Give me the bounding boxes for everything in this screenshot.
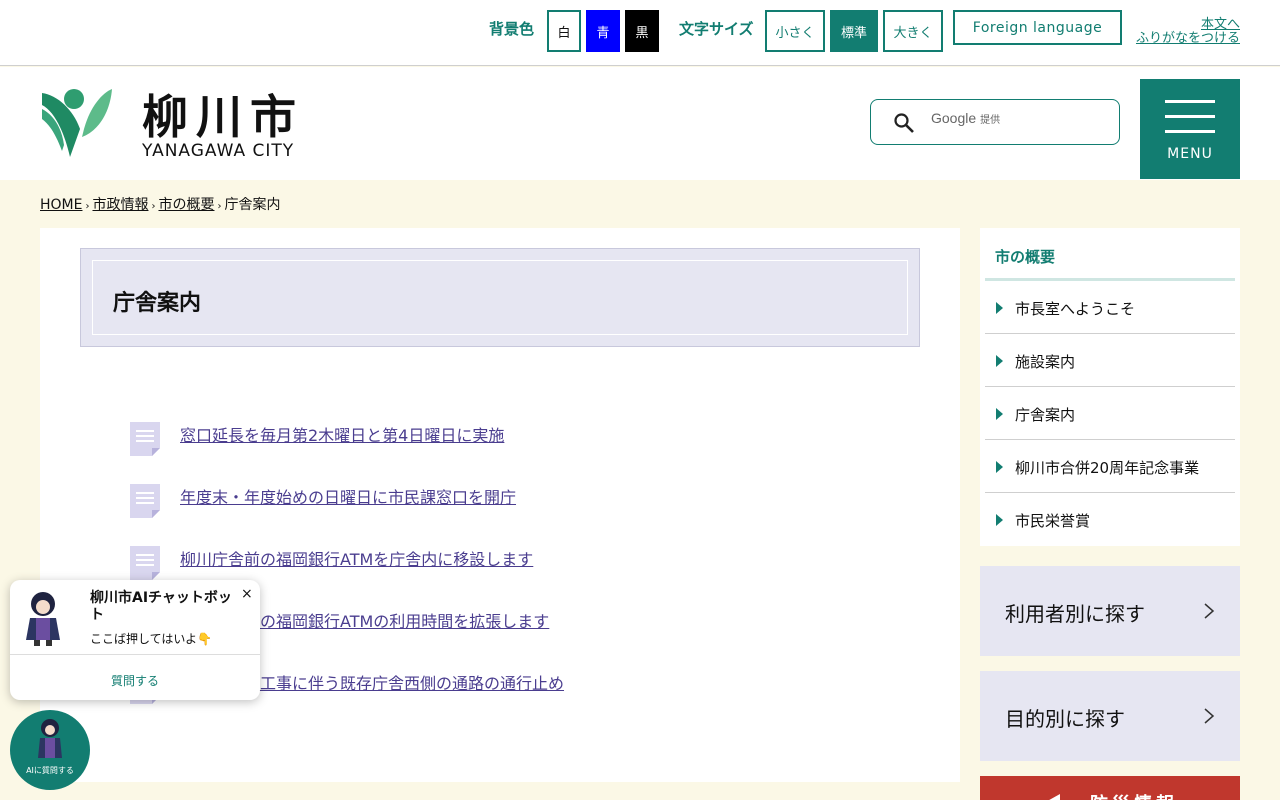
menu-label: MENU [1167, 146, 1213, 162]
sidebar-item-label: 市民栄誉賞 [1015, 512, 1091, 530]
font-large-button[interactable]: 大きく [883, 10, 943, 52]
list-item[interactable]: 窓口延長を毎月第2木曜日と第4日曜日に実施 [130, 418, 890, 458]
hamburger-icon [1165, 100, 1215, 103]
breadcrumb-home[interactable]: HOME [40, 197, 82, 213]
chatbot-popup: 柳川市AIチャットボット ここば押してはいよ👇 × 質問する [10, 580, 260, 700]
sidebar-title[interactable]: 市の概要 [995, 246, 1055, 267]
page-title: 庁舎案内 [113, 291, 202, 316]
chatbot-avatar-icon [38, 719, 62, 758]
chevron-right-icon [1204, 708, 1215, 724]
search-by-user-label: 利用者別に探す [1005, 602, 1145, 626]
triangle-right-icon [996, 514, 1003, 526]
breadcrumb-current: 庁舎案内 [224, 197, 281, 213]
foreign-language-button[interactable]: Foreign language [953, 10, 1122, 45]
bg-color-label: 背景色 [489, 20, 535, 38]
arrow-icon [1049, 794, 1072, 800]
chatbot-avatar-icon [26, 592, 60, 646]
chatbot-launcher-label: AIに質問する [26, 766, 74, 775]
article-link[interactable]: 窓口延長を毎月第2木曜日と第4日曜日に実施 [180, 422, 504, 446]
city-logo-icon[interactable] [40, 85, 112, 157]
list-item[interactable]: 柳川庁舎前の福岡銀行ATMを庁舎内に移設します [130, 542, 890, 582]
document-icon [130, 546, 160, 580]
search-placeholder: Google [931, 110, 977, 126]
breadcrumb-separator-icon: › [217, 201, 222, 212]
chatbot-launcher-button[interactable]: AIに質問する [10, 710, 90, 790]
sidebar-item-office-guide[interactable]: 庁舎案内 [985, 387, 1235, 440]
sidebar-item-label: 市長室へようこそ [1015, 300, 1136, 318]
site-search[interactable]: Google 提供 [870, 99, 1120, 145]
util-links: 本文へ ふりがなをつける [1136, 18, 1240, 46]
breadcrumb-separator-icon: › [151, 201, 156, 212]
furigana-link[interactable]: ふりがなをつける [1136, 32, 1240, 46]
list-item[interactable]: 年度末・年度始めの日曜日に市民課窓口を開庁 [130, 480, 890, 520]
search-icon[interactable] [893, 112, 915, 134]
chatbot-title: 柳川市AIチャットボット [90, 590, 232, 623]
chatbot-ask-button[interactable]: 質問する [10, 672, 260, 689]
city-name: 柳川市 [142, 90, 304, 144]
chatbot-message: ここば押してはいよ👇 [90, 632, 213, 646]
sidebar-item-mayor[interactable]: 市長室へようこそ [985, 281, 1235, 334]
document-icon [130, 484, 160, 518]
sidebar-item-anniversary[interactable]: 柳川市合併20周年記念事業 [985, 440, 1235, 493]
hamburger-icon [1165, 130, 1215, 133]
bg-white-button[interactable]: 白 [547, 10, 581, 52]
bg-black-button[interactable]: 黒 [625, 10, 659, 52]
triangle-right-icon [996, 302, 1003, 314]
disaster-info-label: 防災情報 [1090, 790, 1178, 800]
article-link[interactable]: 年度末・年度始めの日曜日に市民課窓口を開庁 [180, 484, 516, 508]
breadcrumb: HOME › 市政情報 › 市の概要 › 庁舎案内 [40, 194, 280, 214]
skip-to-main-link[interactable]: 本文へ [1136, 18, 1240, 32]
article-link[interactable]: 柳川庁舎前の福岡銀行ATMを庁舎内に移設します [180, 546, 533, 570]
menu-button[interactable]: MENU [1140, 79, 1240, 179]
sidebar-item-facilities[interactable]: 施設案内 [985, 334, 1235, 387]
search-provider-note: 提供 [980, 115, 1001, 126]
city-name-english: YANAGAWA CITY [142, 141, 295, 161]
sidebar-item-honor-award[interactable]: 市民栄誉賞 [985, 493, 1235, 546]
breadcrumb-separator-icon: › [85, 201, 90, 212]
disaster-info-button[interactable]: 防災情報 [980, 776, 1240, 800]
sidebar-item-label: 施設案内 [1015, 353, 1076, 371]
search-by-user-button[interactable]: 利用者別に探す [980, 566, 1240, 656]
triangle-right-icon [996, 355, 1003, 367]
utility-bar: 背景色 白 青 黒 文字サイズ 小さく 標準 大きく Foreign langu… [0, 0, 1280, 66]
hamburger-icon [1165, 115, 1215, 118]
document-icon [130, 422, 160, 456]
font-standard-button[interactable]: 標準 [830, 10, 878, 52]
close-icon[interactable]: × [241, 586, 253, 602]
site-header: 柳川市 YANAGAWA CITY Google 提供 MENU [0, 67, 1280, 180]
sidebar-nav: 市の概要 市長室へようこそ 施設案内 庁舎案内 柳川市合併20周年記念事業 市民… [980, 228, 1240, 546]
search-input[interactable]: Google 提供 [931, 110, 1101, 134]
breadcrumb-city-info[interactable]: 市政情報 [92, 197, 148, 213]
page-title-box: 庁舎案内 [80, 248, 920, 347]
sidebar-item-label: 庁舎案内 [1015, 406, 1076, 424]
sidebar-item-label: 柳川市合併20周年記念事業 [1015, 459, 1200, 477]
breadcrumb-overview[interactable]: 市の概要 [158, 197, 214, 213]
font-small-button[interactable]: 小さく [765, 10, 825, 52]
search-by-purpose-label: 目的別に探す [1005, 707, 1125, 731]
triangle-right-icon [996, 408, 1003, 420]
chevron-right-icon [1204, 603, 1215, 619]
font-size-label: 文字サイズ [679, 20, 754, 38]
bg-blue-button[interactable]: 青 [586, 10, 620, 52]
search-by-purpose-button[interactable]: 目的別に探す [980, 671, 1240, 761]
triangle-right-icon [996, 461, 1003, 473]
